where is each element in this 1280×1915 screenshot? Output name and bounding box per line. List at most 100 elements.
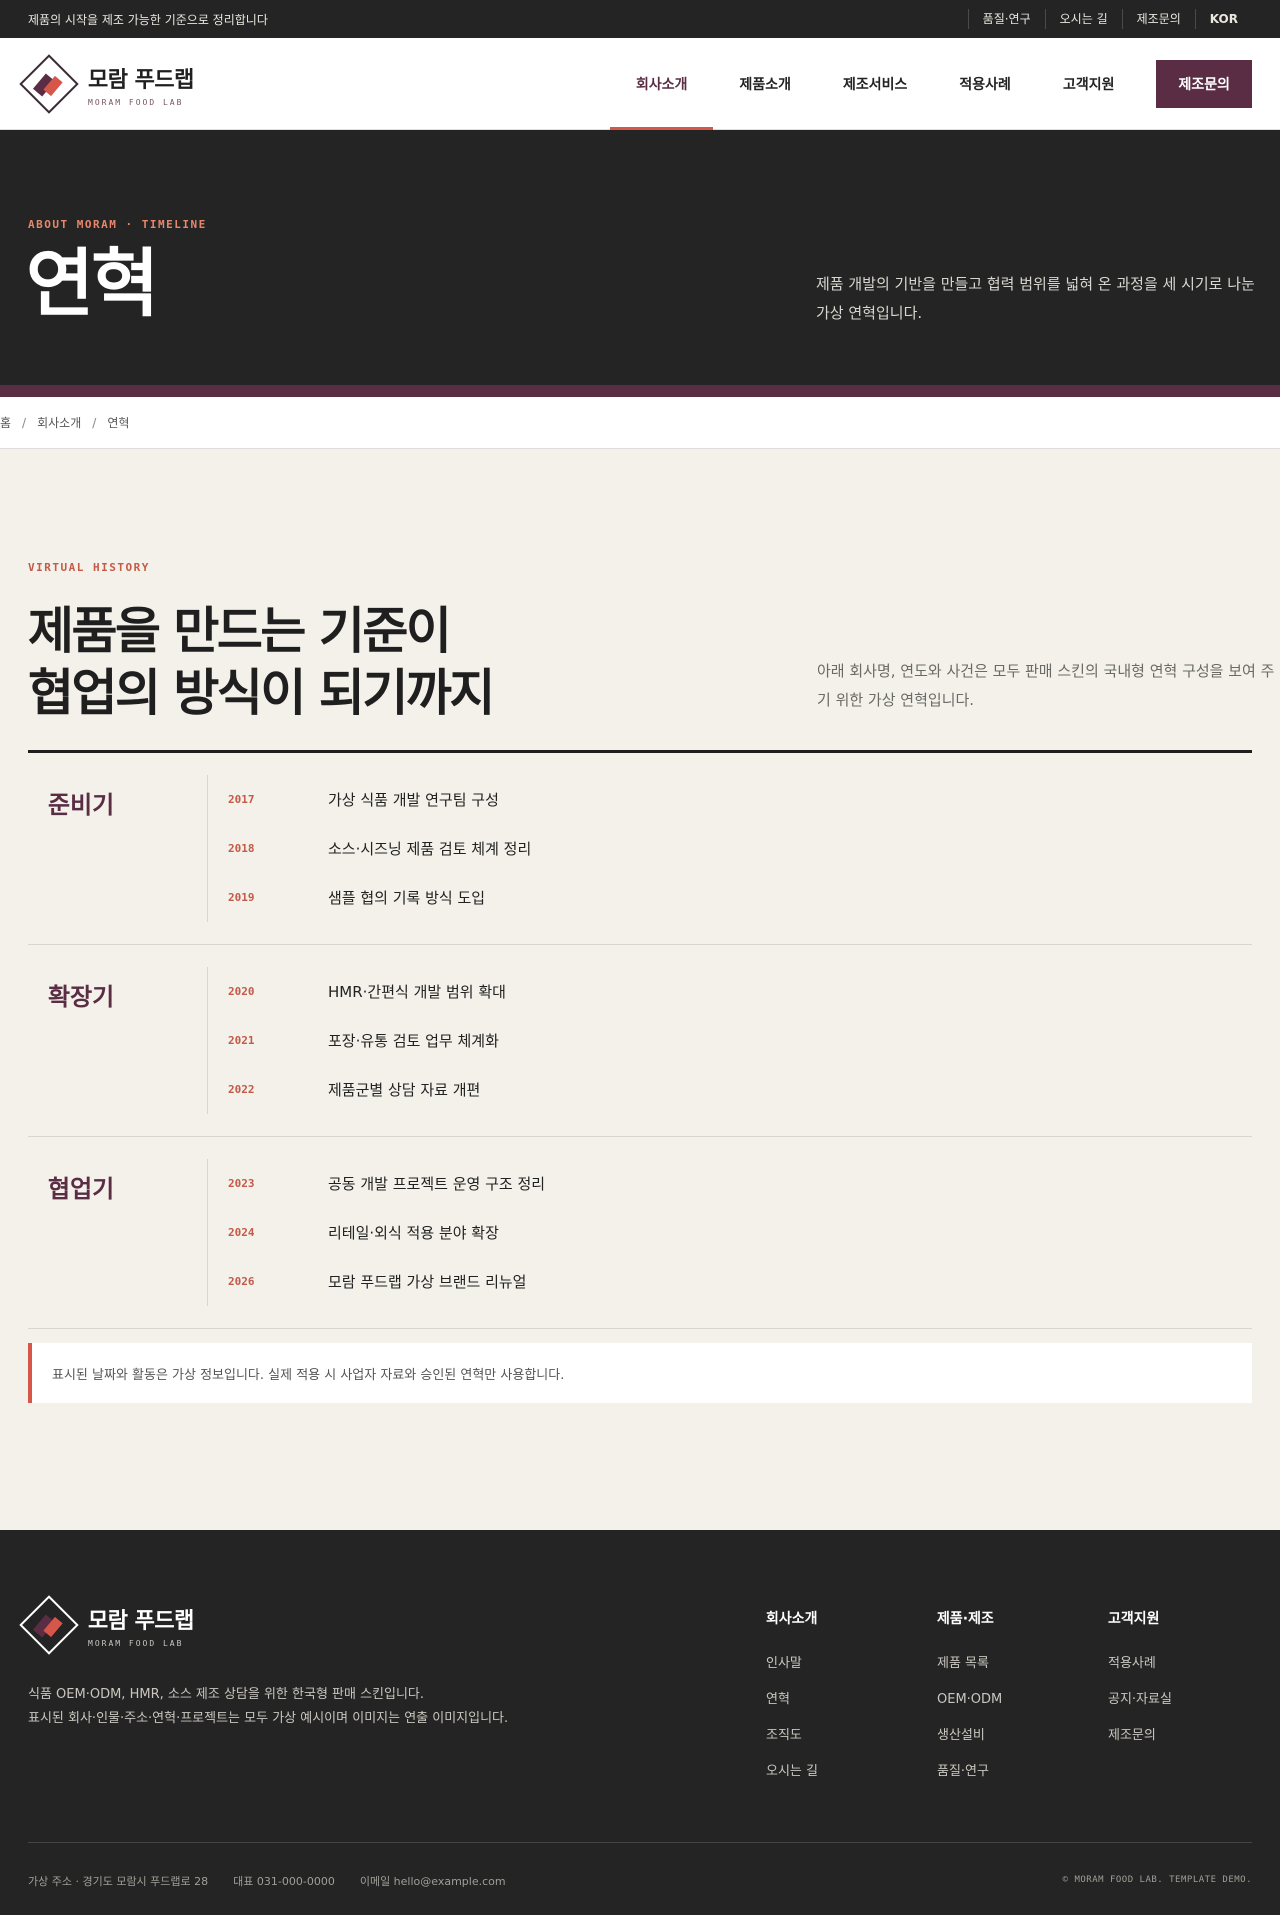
event-text: 모람 푸드랩 가상 브랜드 리뉴얼 xyxy=(328,1273,527,1291)
timeline-period: 협업기 2023 공동 개발 프로젝트 운영 구조 정리 2024 리테일·외식… xyxy=(28,1137,1252,1329)
footer-link[interactable]: OEM·ODM xyxy=(937,1682,1108,1718)
history-title-line1: 제품을 만드는 기준이 xyxy=(28,602,452,660)
footer-link[interactable]: 인사말 xyxy=(766,1646,937,1682)
inquiry-button[interactable]: 제조문의 xyxy=(1156,60,1252,108)
top-utility-bar: 제품의 시작을 제조 가능한 기준으로 정리합니다 품질·연구 오시는 길 제조… xyxy=(0,0,1280,38)
site-logo[interactable]: 모람 푸드랩 MORAM FOOD LAB xyxy=(18,53,194,115)
event-year: 2026 xyxy=(228,1275,255,1288)
nav-item-company[interactable]: 회사소개 xyxy=(609,38,714,130)
footer-about: 식품 OEM·ODM, HMR, 소스 제조 상담을 위한 한국형 판매 스킨입… xyxy=(28,1683,508,1731)
event-text: 리테일·외식 적용 분야 확장 xyxy=(328,1224,499,1242)
history-eyebrow: VIRTUAL HISTORY xyxy=(28,561,150,574)
event-year: 2023 xyxy=(228,1177,255,1190)
utility-link-quality[interactable]: 품질·연구 xyxy=(967,9,1045,29)
hero-description: 제품 개발의 기반을 만들고 협력 범위를 넓혀 온 과정을 세 시기로 나눈 … xyxy=(816,275,1255,322)
footer-phone: 대표 031-000-0000 xyxy=(233,1875,335,1888)
disclaimer-notice: 표시된 날짜와 활동은 가상 정보입니다. 실제 적용 시 사업자 자료와 승인… xyxy=(28,1343,1252,1403)
event-text: 포장·유통 검토 업무 체계화 xyxy=(328,1032,499,1050)
event-text: HMR·간편식 개발 범위 확대 xyxy=(328,983,506,1001)
history-title-line2: 협업의 방식이 되기까지 xyxy=(28,664,495,722)
timeline-period: 확장기 2020 HMR·간편식 개발 범위 확대 2021 포장·유통 검토 … xyxy=(28,945,1252,1137)
timeline-event: 2018 소스·시즈닝 제품 검토 체계 정리 xyxy=(208,824,1252,873)
event-text: 가상 식품 개발 연구팀 구성 xyxy=(328,791,499,809)
event-year: 2019 xyxy=(228,891,255,904)
event-year: 2017 xyxy=(228,793,255,806)
nav-item-products[interactable]: 제품소개 xyxy=(713,38,817,130)
footer-link[interactable]: 제조문의 xyxy=(1108,1718,1279,1754)
timeline-event: 2026 모람 푸드랩 가상 브랜드 리뉴얼 xyxy=(208,1257,1252,1306)
breadcrumb-separator: / xyxy=(22,415,27,430)
timeline-event: 2019 샘플 협의 기록 방식 도입 xyxy=(208,873,1252,922)
footer-link[interactable]: 적용사례 xyxy=(1108,1646,1279,1682)
site-footer: 모람 푸드랩 MORAM FOOD LAB 식품 OEM·ODM, HMR, 소… xyxy=(0,1530,1280,1915)
timeline-event: 2022 제품군별 상담 자료 개편 xyxy=(208,1065,1252,1114)
breadcrumb-current: 연혁 xyxy=(107,416,130,430)
footer-column-products: 제품·제조 제품 목록 OEM·ODM 생산설비 품질·연구 xyxy=(937,1608,1108,1790)
history-lead: 아래 회사명, 연도와 사건은 모두 판매 스킨의 국내형 연혁 구성을 보여 … xyxy=(817,662,1275,709)
top-tagline: 제품의 시작을 제조 가능한 기준으로 정리합니다 xyxy=(28,12,268,27)
timeline: 준비기 2017 가상 식품 개발 연구팀 구성 2018 소스·시즈닝 제품 … xyxy=(28,750,1252,1329)
history-title: 제품을 만드는 기준이 협업의 방식이 되기까지 xyxy=(28,600,495,724)
logo-mark-icon xyxy=(18,1594,80,1656)
breadcrumb-home[interactable]: 홈 xyxy=(0,414,11,431)
footer-link[interactable]: 품질·연구 xyxy=(937,1754,1108,1790)
logo-mark-icon xyxy=(18,53,80,115)
footer-address: 가상 주소 · 경기도 모람시 푸드랩로 28 xyxy=(28,1875,209,1888)
footer-copyright: © MORAM FOOD LAB. TEMPLATE DEMO. xyxy=(1062,1875,1252,1885)
history-header: 제품을 만드는 기준이 협업의 방식이 되기까지 아래 회사명, 연도와 사건은… xyxy=(28,574,1274,730)
hero-eyebrow: ABOUT MORAM · TIMELINE xyxy=(28,218,207,231)
utility-links: 품질·연구 오시는 길 제조문의 KOR xyxy=(967,9,1252,29)
footer-column-support: 고객지원 적용사례 공지·자료실 제조문의 xyxy=(1108,1608,1279,1790)
period-name: 준비기 xyxy=(28,775,208,922)
event-text: 소스·시즈닝 제품 검토 체계 정리 xyxy=(328,840,532,858)
footer-brand-subtitle: MORAM FOOD LAB xyxy=(88,1638,184,1648)
event-year: 2020 xyxy=(228,985,255,998)
footer-email: 이메일 hello@example.com xyxy=(359,1875,506,1888)
footer-link[interactable]: 오시는 길 xyxy=(766,1754,937,1790)
main-nav: 회사소개 제품소개 제조서비스 적용사례 고객지원 제조문의 xyxy=(609,38,1252,130)
period-name: 협업기 xyxy=(28,1159,208,1306)
event-text: 공동 개발 프로젝트 운영 구조 정리 xyxy=(328,1175,546,1193)
event-year: 2018 xyxy=(228,842,255,855)
event-year: 2024 xyxy=(228,1226,255,1239)
event-text: 샘플 협의 기록 방식 도입 xyxy=(328,889,486,907)
breadcrumb: 홈 / 회사소개 / 연혁 xyxy=(0,397,1280,449)
footer-column-company: 회사소개 인사말 연혁 조직도 오시는 길 xyxy=(766,1608,937,1790)
period-events: 2017 가상 식품 개발 연구팀 구성 2018 소스·시즈닝 제품 검토 체… xyxy=(208,775,1252,922)
nav-item-support[interactable]: 고객지원 xyxy=(1037,38,1141,130)
footer-about-line: 식품 OEM·ODM, HMR, 소스 제조 상담을 위한 한국형 판매 스킨입… xyxy=(28,1687,425,1702)
footer-logo[interactable]: 모람 푸드랩 MORAM FOOD LAB xyxy=(18,1594,194,1656)
history-section: VIRTUAL HISTORY 제품을 만드는 기준이 협업의 방식이 되기까지… xyxy=(0,449,1280,1403)
footer-link[interactable]: 연혁 xyxy=(766,1682,937,1718)
utility-link-inquiry[interactable]: 제조문의 xyxy=(1121,9,1195,29)
period-events: 2020 HMR·간편식 개발 범위 확대 2021 포장·유통 검토 업무 체… xyxy=(208,967,1252,1114)
utility-link-location[interactable]: 오시는 길 xyxy=(1044,9,1122,29)
event-year: 2021 xyxy=(228,1034,255,1047)
timeline-event: 2021 포장·유통 검토 업무 체계화 xyxy=(208,1016,1252,1065)
footer-columns: 회사소개 인사말 연혁 조직도 오시는 길 제품·제조 제품 목록 OEM·OD… xyxy=(766,1608,1279,1790)
breadcrumb-company[interactable]: 회사소개 xyxy=(37,414,81,431)
footer-column-title: 제품·제조 xyxy=(937,1611,994,1627)
footer-column-title: 고객지원 xyxy=(1108,1611,1160,1627)
event-text: 제품군별 상담 자료 개편 xyxy=(328,1081,481,1099)
language-selector[interactable]: KOR xyxy=(1194,9,1252,29)
footer-link[interactable]: 제품 목록 xyxy=(937,1646,1108,1682)
timeline-event: 2024 리테일·외식 적용 분야 확장 xyxy=(208,1208,1252,1257)
period-name: 확장기 xyxy=(28,967,208,1114)
timeline-event: 2020 HMR·간편식 개발 범위 확대 xyxy=(208,967,1252,1016)
site-header: 모람 푸드랩 MORAM FOOD LAB 회사소개 제품소개 제조서비스 적용… xyxy=(0,38,1280,130)
brand-subtitle: MORAM FOOD LAB xyxy=(88,97,184,107)
event-year: 2022 xyxy=(228,1083,255,1096)
page-title: 연혁 xyxy=(26,241,159,327)
hero-accent-strip xyxy=(0,385,1280,397)
footer-link[interactable]: 조직도 xyxy=(766,1718,937,1754)
timeline-event: 2017 가상 식품 개발 연구팀 구성 xyxy=(208,775,1252,824)
footer-about-line: 표시된 회사·인물·주소·연혁·프로젝트는 모두 가상 예시이며 이미지는 연출… xyxy=(28,1711,509,1726)
nav-item-cases[interactable]: 적용사례 xyxy=(933,38,1037,130)
footer-link[interactable]: 공지·자료실 xyxy=(1108,1682,1279,1718)
footer-link[interactable]: 생산설비 xyxy=(937,1718,1108,1754)
footer-divider xyxy=(28,1842,1252,1843)
breadcrumb-separator: / xyxy=(92,415,97,430)
footer-brand-name: 모람 푸드랩 xyxy=(88,1608,194,1634)
nav-item-services[interactable]: 제조서비스 xyxy=(817,38,933,130)
